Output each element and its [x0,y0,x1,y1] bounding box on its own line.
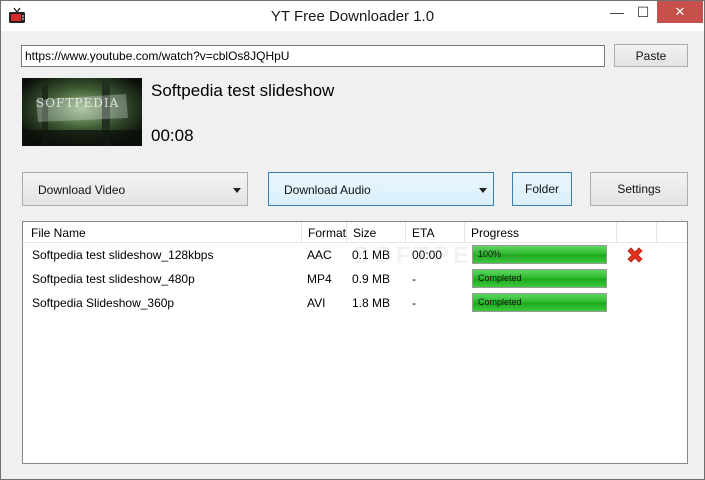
video-thumbnail: SOFTPEDIA [22,78,142,146]
video-title: Softpedia test slideshow [151,81,335,100]
size-cell: 1.8 MB [352,296,391,310]
file-name-cell: Softpedia test slideshow_128kbps [32,248,214,262]
header-file-name[interactable]: File Name [25,222,302,242]
eta-cell: - [412,296,416,310]
download-audio-dropdown[interactable]: Download Audio [268,172,494,206]
paste-button[interactable]: Paste [614,44,688,67]
downloads-list[interactable]: File Name Format Size ETA Progress Softp… [22,221,688,464]
thumbnail-caption: SOFTPEDIA [36,96,120,110]
download-video-dropdown[interactable]: Download Video [22,172,248,206]
progress-bar: Completed [472,293,607,312]
chevron-down-icon [233,188,241,193]
progress-text: Completed [478,297,522,307]
header-size[interactable]: Size [347,222,406,242]
remove-x-icon[interactable] [624,244,646,266]
close-button[interactable]: ✕ [657,1,703,23]
format-cell: AAC [307,248,332,262]
download-video-label: Download Video [38,183,126,197]
format-cell: MP4 [307,272,332,286]
app-window: YT Free Downloader 1.0 — ☐ ✕ Paste SOFTP… [0,0,705,480]
chevron-down-icon [479,188,487,193]
eta-cell: 00:00 [412,248,443,262]
maximize-button[interactable]: ☐ [630,1,656,23]
progress-text: Completed [478,273,522,283]
header-progress[interactable]: Progress [465,222,617,242]
progress-bar: 100% [472,245,607,264]
file-name-cell: Softpedia Slideshow_360p [32,296,175,310]
video-duration: 00:08 [151,126,194,145]
folder-button[interactable]: Folder [512,172,572,206]
size-cell: 0.9 MB [352,272,391,286]
table-row[interactable]: Softpedia test slideshow_480p MP4 0.9 MB… [23,267,687,291]
eta-cell: - [412,272,416,286]
format-cell: AVI [307,296,326,310]
header-eta[interactable]: ETA [406,222,465,242]
progress-bar: Completed [472,269,607,288]
url-input[interactable] [21,45,605,67]
settings-button[interactable]: Settings [590,172,688,206]
header-format[interactable]: Format [302,222,347,242]
title-bar[interactable]: YT Free Downloader 1.0 — ☐ ✕ [1,1,704,31]
file-name-cell: Softpedia test slideshow_480p [32,272,195,286]
thumbnail-image [22,78,142,146]
header-blank[interactable] [617,222,657,242]
minimize-button[interactable]: — [604,1,630,23]
table-row[interactable]: Softpedia test slideshow_128kbps AAC 0.1… [23,243,687,267]
window-title: YT Free Downloader 1.0 [270,8,435,25]
size-cell: 0.1 MB [352,248,391,262]
progress-text: 100% [478,249,502,259]
table-row[interactable]: Softpedia Slideshow_360p AVI 1.8 MB - Co… [23,291,687,315]
download-audio-label: Download Audio [284,183,371,197]
